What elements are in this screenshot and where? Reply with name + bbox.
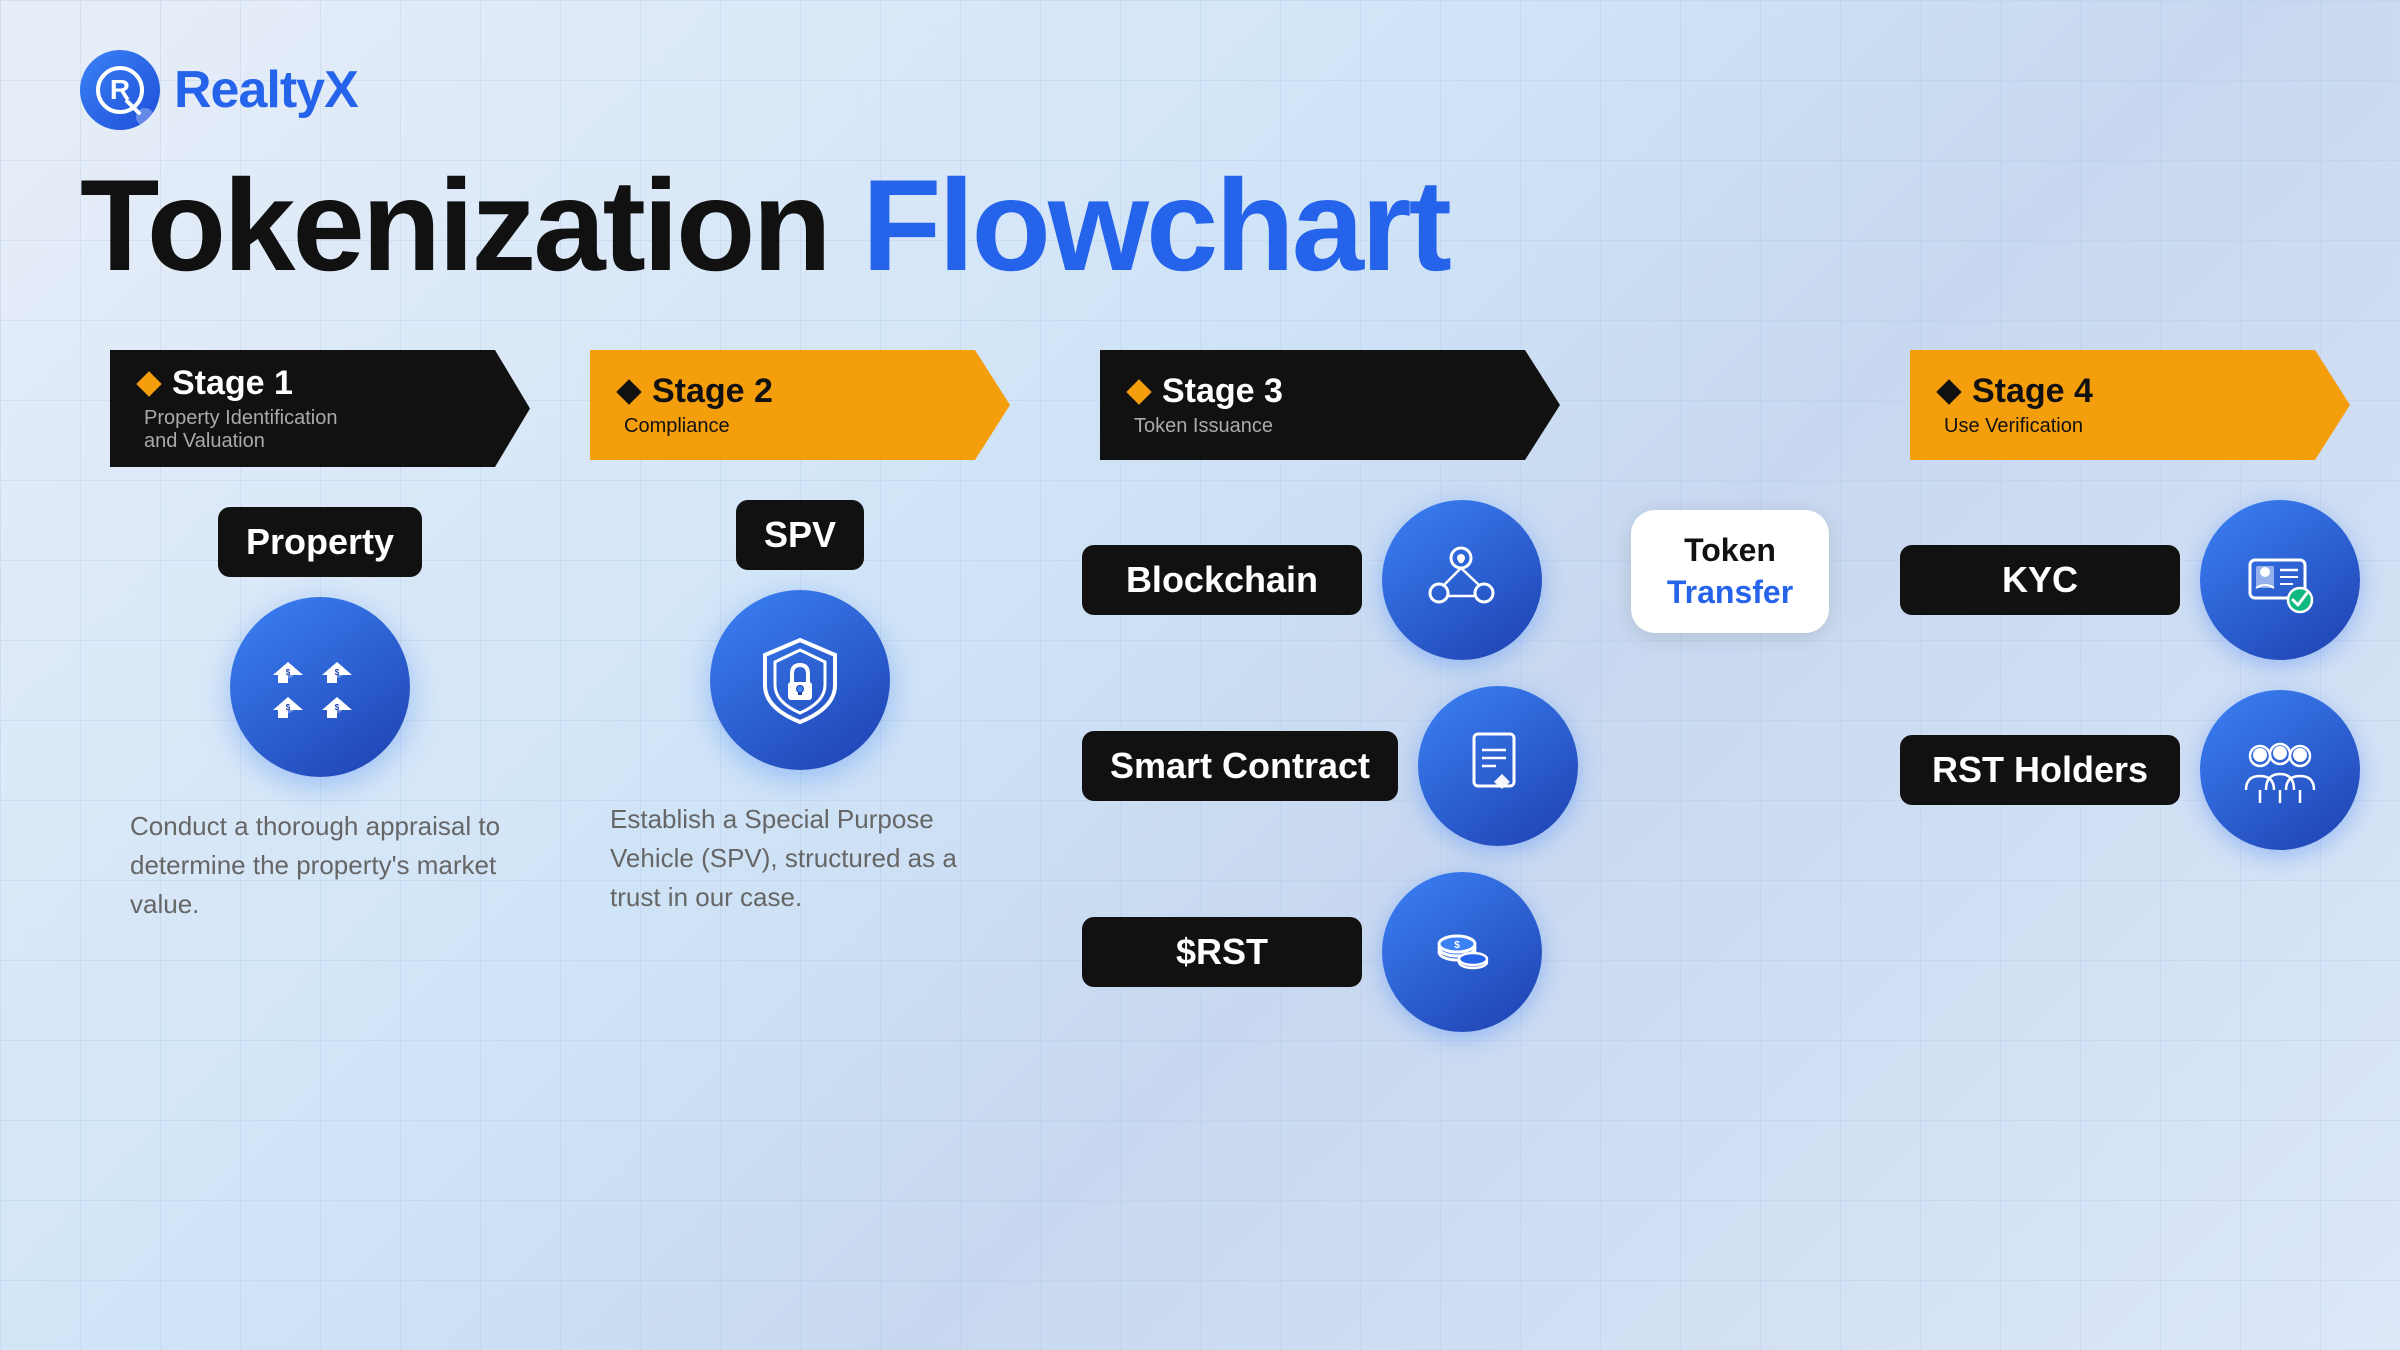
stage-3-rst-row: $RST $: [1082, 872, 1578, 1032]
stage-3-subtitle: Token Issuance: [1130, 415, 1273, 438]
stage-3-smart-contract-label: Smart Contract: [1082, 731, 1398, 801]
stage-2-subtitle: Compliance: [620, 415, 730, 438]
stage-4-kyc-label: KYC: [1900, 545, 2180, 615]
stage-3-number: Stage 3: [1130, 372, 1283, 411]
stage-4-items: KYC: [1900, 500, 2360, 864]
stage-2-column: Stage 2 Compliance SPV: [560, 350, 1040, 917]
stage-3-blockchain-icon: $: [1382, 500, 1542, 660]
stage-4-kyc-icon: [2200, 500, 2360, 660]
logo-text: RealtyX: [174, 60, 358, 120]
stage-3-smart-contract-icon: [1418, 686, 1578, 846]
stage-4-column: Stage 4 Use Verification KYC: [1840, 350, 2400, 864]
stage-3-column: Stage 3 Token Issuance Blockchain $: [1040, 350, 1620, 1046]
stage-1-subtitle: Property Identificationand Valuation: [140, 407, 337, 453]
stage-2-item-label: SPV: [736, 500, 864, 570]
svg-text:$: $: [286, 703, 291, 712]
stage-4-rst-holders-label: RST Holders: [1900, 735, 2180, 805]
logo-icon: R: [80, 50, 160, 130]
stage-4-rst-holders-icon: [2200, 690, 2360, 850]
page-title: Tokenization Flowchart: [80, 160, 2320, 290]
stage-1-description: Conduct a thorough appraisal to determin…: [130, 807, 510, 924]
stage-1-column: Stage 1 Property Identificationand Valua…: [80, 350, 560, 924]
stage-1-number: Stage 1: [140, 364, 293, 403]
stage-2-icon: [710, 590, 890, 770]
stage-1-icon: $ $ $ $: [230, 597, 410, 777]
stage-3-rst-icon: $: [1382, 872, 1542, 1032]
token-transfer-bubble: Token Transfer: [1631, 510, 1829, 633]
stage-2-description: Establish a Special Purpose Vehicle (SPV…: [610, 800, 990, 917]
stage-3-blockchain-row: Blockchain $: [1082, 500, 1578, 660]
stage-3-items: Blockchain $: [1082, 500, 1578, 1046]
logo: R RealtyX: [80, 50, 2320, 130]
stage-3-blockchain-label: Blockchain: [1082, 545, 1362, 615]
svg-text:$: $: [1455, 940, 1461, 951]
stage-2-number: Stage 2: [620, 372, 773, 411]
stage-4-subtitle: Use Verification: [1940, 415, 2083, 438]
stage-4-badge: Stage 4 Use Verification: [1910, 350, 2350, 460]
stage-3-smart-contract-row: Smart Contract: [1082, 686, 1578, 846]
stage-3-rst-label: $RST: [1082, 917, 1362, 987]
stage-1-item-label: Property: [218, 507, 422, 577]
stage-4-number: Stage 4: [1940, 372, 2093, 411]
svg-text:$: $: [286, 668, 291, 677]
stage-4-rst-holders-row: RST Holders: [1900, 690, 2360, 850]
svg-text:$: $: [335, 668, 340, 677]
stage-1-badge: Stage 1 Property Identificationand Valua…: [110, 350, 530, 467]
svg-text:$: $: [335, 703, 340, 712]
stage-2-badge: Stage 2 Compliance: [590, 350, 1010, 460]
flowchart: Stage 1 Property Identificationand Valua…: [80, 350, 2320, 1046]
stage-4-kyc-row: KYC: [1900, 500, 2360, 660]
stage-3-badge: Stage 3 Token Issuance: [1100, 350, 1560, 460]
